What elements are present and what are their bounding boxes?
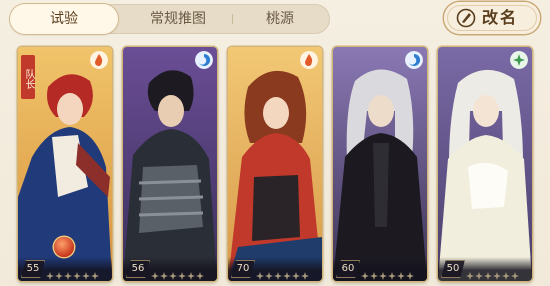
hero-portrait	[438, 69, 532, 281]
level-bar: 50	[438, 257, 532, 281]
star-icon	[406, 272, 414, 280]
hero-level: 60	[336, 260, 360, 278]
hero-card-4[interactable]: 60	[333, 47, 427, 281]
star-icon	[361, 272, 369, 280]
star-icon	[73, 272, 81, 280]
level-bar: 55	[18, 257, 112, 281]
star-icon	[196, 272, 204, 280]
hero-card-3[interactable]: 70	[228, 47, 322, 281]
hero-level: 50	[441, 260, 465, 278]
wood-element-icon	[510, 51, 528, 69]
star-rating	[256, 265, 310, 280]
star-rating	[46, 265, 100, 280]
rename-label: 改名	[482, 8, 519, 27]
star-rating	[151, 265, 205, 280]
star-icon	[397, 272, 405, 280]
star-icon	[178, 272, 186, 280]
star-icon	[493, 272, 501, 280]
star-icon	[169, 272, 177, 280]
star-icon	[475, 272, 483, 280]
hero-level: 55	[21, 260, 45, 278]
star-rating	[361, 265, 415, 280]
compass-pen-icon	[456, 8, 476, 28]
hero-portrait	[123, 70, 217, 281]
star-icon	[283, 272, 291, 280]
star-icon	[256, 272, 264, 280]
star-icon	[91, 272, 99, 280]
level-bar: 60	[333, 257, 427, 281]
tab-regular-push[interactable]: 常规推图	[128, 4, 228, 34]
star-rating	[466, 265, 520, 280]
star-icon	[379, 272, 387, 280]
level-bar: 56	[123, 257, 217, 281]
captain-tag: 队长	[21, 55, 35, 99]
star-icon	[502, 272, 510, 280]
rename-button[interactable]: 改名	[444, 2, 540, 34]
fire-element-icon	[90, 51, 108, 69]
star-icon	[466, 272, 474, 280]
hero-level: 70	[231, 260, 255, 278]
tab-divider	[232, 14, 233, 24]
hero-level: 56	[126, 260, 150, 278]
star-icon	[64, 272, 72, 280]
star-icon	[292, 272, 300, 280]
star-icon	[370, 272, 378, 280]
gem-icon	[54, 237, 74, 257]
hero-card-2[interactable]: 56	[123, 47, 217, 281]
star-icon	[46, 272, 54, 280]
water-element-icon	[195, 51, 213, 69]
hero-card-5[interactable]: 50	[438, 47, 532, 281]
star-icon	[187, 272, 195, 280]
star-icon	[388, 272, 396, 280]
star-icon	[265, 272, 273, 280]
star-icon	[55, 272, 63, 280]
hero-portrait	[333, 69, 427, 281]
fire-element-icon	[300, 51, 318, 69]
star-icon	[82, 272, 90, 280]
water-element-icon	[405, 51, 423, 69]
level-bar: 70	[228, 257, 322, 281]
star-icon	[484, 272, 492, 280]
tab-trial[interactable]: 试验	[10, 4, 118, 34]
star-icon	[511, 272, 519, 280]
star-icon	[301, 272, 309, 280]
star-icon	[151, 272, 159, 280]
star-icon	[274, 272, 282, 280]
star-icon	[160, 272, 168, 280]
hero-portrait	[228, 70, 322, 281]
hero-card-1[interactable]: 队长 55	[18, 47, 112, 281]
tab-taoyuan[interactable]: 桃源	[238, 4, 322, 34]
tab-bar: 试验 常规推图 桃源	[10, 4, 330, 34]
